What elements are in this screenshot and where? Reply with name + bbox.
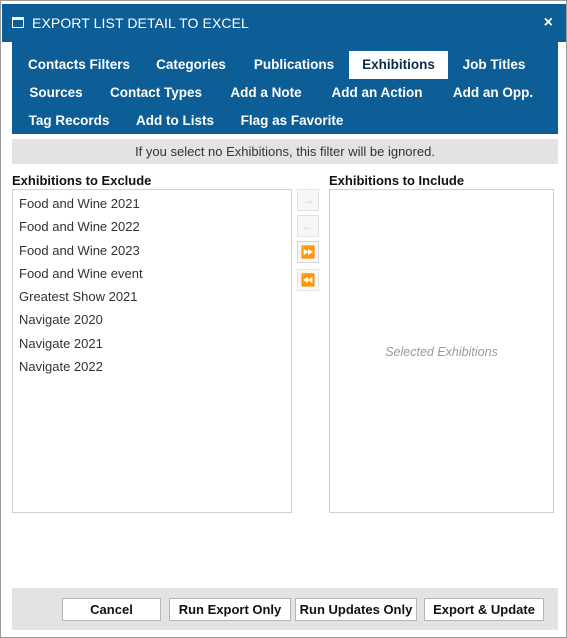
cancel-button[interactable]: Cancel — [62, 598, 161, 621]
tab-contact-types[interactable]: Contact Types — [107, 79, 205, 107]
window-icon — [12, 17, 24, 28]
tab-add-an-opp[interactable]: Add an Opp. — [446, 79, 540, 107]
tab-contacts-filters[interactable]: Contacts Filters — [19, 51, 139, 79]
move-left-button[interactable]: ← — [297, 215, 319, 237]
include-placeholder: Selected Exhibitions — [385, 345, 498, 359]
move-right-button[interactable]: → — [297, 189, 319, 211]
export-dialog: EXPORT LIST DETAIL TO EXCEL × Contacts F… — [0, 0, 567, 638]
list-item[interactable]: Navigate 2022 — [19, 359, 103, 374]
exclude-listbox[interactable]: Food and Wine 2021 Food and Wine 2022 Fo… — [12, 189, 292, 513]
run-updates-only-button[interactable]: Run Updates Only — [295, 598, 417, 621]
exclude-list-label: Exhibitions to Exclude — [12, 173, 152, 188]
tab-publications[interactable]: Publications — [244, 51, 344, 79]
run-export-only-button[interactable]: Run Export Only — [169, 598, 291, 621]
tab-sources[interactable]: Sources — [23, 79, 89, 107]
filter-notice: If you select no Exhibitions, this filte… — [12, 139, 558, 164]
tab-bar: Contacts Filters Categories Publications… — [12, 42, 558, 134]
list-item[interactable]: Food and Wine 2023 — [19, 243, 140, 258]
close-button[interactable]: × — [544, 13, 553, 33]
list-item[interactable]: Greatest Show 2021 — [19, 289, 138, 304]
list-item[interactable]: Navigate 2021 — [19, 336, 103, 351]
tab-tag-records[interactable]: Tag Records — [23, 107, 115, 135]
dialog-titlebar: EXPORT LIST DETAIL TO EXCEL × — [2, 4, 566, 42]
include-list-label: Exhibitions to Include — [329, 173, 465, 188]
list-item[interactable]: Food and Wine event — [19, 266, 143, 281]
dialog-title: EXPORT LIST DETAIL TO EXCEL — [32, 15, 249, 31]
move-all-left-button[interactable]: ⏪ — [297, 269, 319, 291]
export-and-update-button[interactable]: Export & Update — [424, 598, 544, 621]
tab-flag-as-favorite[interactable]: Flag as Favorite — [236, 107, 348, 135]
list-item[interactable]: Food and Wine 2021 — [19, 196, 140, 211]
tab-add-an-action[interactable]: Add an Action — [326, 79, 428, 107]
move-all-right-button[interactable]: ⏩ — [297, 241, 319, 263]
include-listbox[interactable]: Selected Exhibitions — [329, 189, 554, 513]
tab-exhibitions[interactable]: Exhibitions — [349, 51, 448, 79]
tab-add-to-lists[interactable]: Add to Lists — [132, 107, 218, 135]
dialog-footer: Cancel Run Export Only Run Updates Only … — [12, 588, 558, 630]
list-item[interactable]: Navigate 2020 — [19, 312, 103, 327]
list-item[interactable]: Food and Wine 2022 — [19, 219, 140, 234]
tab-job-titles[interactable]: Job Titles — [456, 51, 532, 79]
tab-categories[interactable]: Categories — [149, 51, 233, 79]
tab-add-a-note[interactable]: Add a Note — [224, 79, 308, 107]
